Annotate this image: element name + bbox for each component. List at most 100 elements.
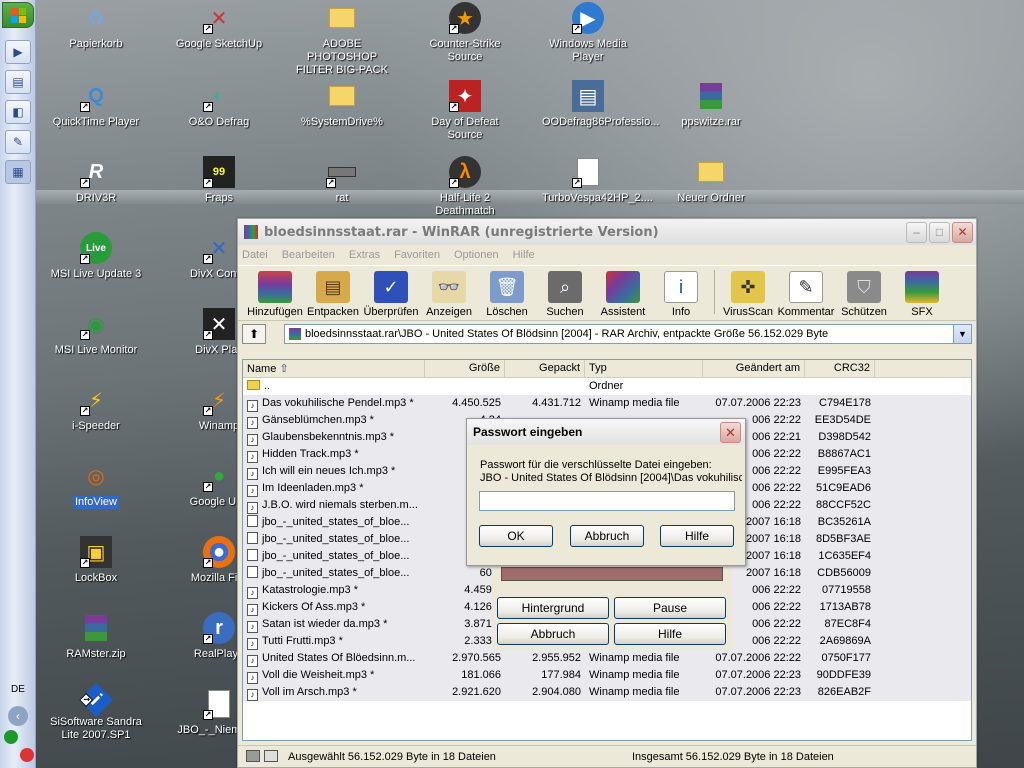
toolbar-label: VirusScan (723, 306, 773, 318)
column-size[interactable]: Größe (425, 360, 505, 377)
tray-expand-icon[interactable]: ‹ (8, 706, 28, 726)
menu-optionen[interactable]: Optionen (454, 249, 499, 261)
desktop-icon-infoview[interactable]: ◎ InfoView (48, 460, 144, 509)
desktop-icon-msi-live-monitor[interactable]: ◉ ↗ MSI Live Monitor (48, 308, 144, 357)
password-file-line: JBO - United States Of Blödsinn [2004]\D… (480, 472, 742, 484)
tray-green-icon[interactable] (4, 730, 18, 744)
media-player-quicklaunch-icon[interactable]: ▶ (5, 40, 31, 64)
menu-hilfe[interactable]: Hilfe (513, 249, 535, 261)
pause-button[interactable]: Pause (614, 597, 726, 619)
desktop-icon-msi-live-update[interactable]: Live ↗ MSI Live Update 3 (48, 232, 144, 281)
file-row[interactable]: ♪ Voll im Arsch.mp3 * 2.921.620 2.904.080 Wi… (243, 684, 971, 701)
password-ok-button[interactable]: OK (479, 525, 553, 547)
desktop-icon-label: Windows Media Player (549, 38, 627, 63)
desktop-icon-photoshop-filter[interactable]: ADOBE PHOTOSHOP FILTER BIG-PACK (294, 2, 390, 77)
toolbar-sfx-button[interactable]: SFX (893, 271, 951, 318)
password-cancel-button[interactable]: Abbruch (570, 525, 644, 547)
toolbar-wizard-button[interactable]: Assistent (594, 271, 652, 318)
desktop-icon-lockbox[interactable]: ▣ ↗ LockBox (48, 536, 144, 585)
column-type[interactable]: Typ (585, 360, 703, 377)
menu-extras[interactable]: Extras (349, 249, 380, 261)
sort-up-icon: ⇧ (279, 363, 289, 375)
desktop-icon-recycle-bin[interactable]: ♻ Papierkorb (48, 2, 144, 51)
desktop-icon-sketchup[interactable]: ✕ ↗ Google SketchUp (171, 2, 267, 51)
start-button[interactable] (2, 2, 34, 28)
desktop-icon-driv3r[interactable]: R ↗ DRIV3R (48, 156, 144, 205)
clipboard-quicklaunch-icon[interactable]: ▤ (5, 70, 31, 94)
cell-size (425, 378, 505, 395)
desktop-icon-oodefrag-setup[interactable]: ▤ OODefrag86Professio... (540, 80, 659, 129)
file-list-header: Name ⇧ Größe Gepackt Typ Geändert am CRC… (243, 360, 971, 378)
desktop-icon-oo-defrag[interactable]: ◐ ↗ O&O Defrag (171, 80, 267, 129)
minimize-button[interactable]: – (906, 222, 927, 243)
path-dropdown[interactable]: bloedsinnsstaat.rar\JBO - United States … (284, 324, 972, 344)
password-input[interactable] (479, 491, 735, 511)
column-crc[interactable]: CRC32 (805, 360, 875, 377)
desktop-icon-ramster[interactable]: RAMster.zip (48, 612, 144, 661)
rar-archive-icon (695, 80, 727, 112)
password-dialog-title[interactable]: Passwort eingeben (467, 419, 745, 445)
desktop-icon-turbovespa[interactable]: ↗ TurboVespa42HP_2.... (540, 156, 653, 205)
menu-favoriten[interactable]: Favoriten (394, 249, 440, 261)
desktop-icon-label: Google SketchUp (175, 38, 263, 50)
desktop-icon-label: Winamp (198, 420, 240, 432)
toolbar-virusscan-button[interactable]: ✜ VirusScan (719, 271, 777, 318)
column-modified[interactable]: Geändert am (703, 360, 805, 377)
extract-progress-bar (501, 567, 723, 581)
pen-quicklaunch-icon[interactable]: ✎ (5, 130, 31, 154)
desktop-icon-fraps[interactable]: 99 ↗ Fraps (171, 156, 267, 205)
toolbar-info-button[interactable]: i Info (652, 271, 710, 318)
parent-folder-row[interactable]: .. Ordner (243, 378, 971, 395)
background-button[interactable]: Hintergrund (497, 597, 609, 619)
column-packed[interactable]: Gepackt (505, 360, 585, 377)
password-prompt: Passwort für die verschlüsselte Datei ei… (480, 459, 742, 485)
toolbar-delete-button[interactable]: 🗑 Löschen (478, 271, 536, 318)
maximize-button[interactable]: □ (929, 222, 950, 243)
toolbar-find-button[interactable]: ⌕ Suchen (536, 271, 594, 318)
column-name[interactable]: Name ⇧ (243, 360, 425, 377)
desktop-icon-quicktime[interactable]: Q ↗ QuickTime Player (48, 80, 144, 129)
toolbar-add-button[interactable]: Hinzufügen (246, 271, 304, 318)
desktop-icon-neuer-ordner[interactable]: Neuer Ordner (663, 156, 759, 205)
desktop-icon-systemdrive[interactable]: %SystemDrive% (294, 80, 390, 129)
image-file-icon (247, 566, 258, 578)
file-row[interactable]: ♪ Das vokuhilische Pendel.mp3 * 4.450.525 4… (243, 395, 971, 412)
desktop-icon-day-of-defeat[interactable]: ✦ ↗ Day of Defeat Source (417, 80, 513, 142)
extract-cancel-button[interactable]: Abbruch (497, 623, 609, 645)
desktop-icon-rat[interactable]: ↗ rat (294, 156, 390, 205)
toolbar-extract-button[interactable]: ▤ Entpacken (304, 271, 362, 318)
desktop-icon-sisoftware-sandra[interactable]: i ↗ SiSoftware Sandra Lite 2007.SP1 (48, 683, 144, 742)
file-name: Tutti Frutti.mp3 * (262, 635, 343, 647)
cell-packed (505, 378, 585, 395)
desktop-icon-ppswitze[interactable]: ppswitze.rar (663, 80, 759, 129)
file-row[interactable]: ♪ Voll die Weisheit.mp3 * 181.066 177.984 Wi… (243, 667, 971, 684)
menu-datei[interactable]: Datei (242, 249, 268, 261)
folder-icon (326, 80, 358, 112)
close-button[interactable]: ✕ (952, 222, 973, 243)
chevron-down-icon[interactable]: ▼ (953, 325, 971, 343)
desktop-icon-hl2-deathmatch[interactable]: λ ↗ Half-Life 2 Deathmatch (417, 156, 513, 218)
tray-c4q-icon[interactable] (20, 748, 34, 762)
toolbar-protect-button[interactable]: ⛉ Schützen (835, 271, 893, 318)
audio-file-icon: ♪ (247, 502, 258, 514)
extract-help-button[interactable]: Hilfe (614, 623, 726, 645)
toolbar-comment-button[interactable]: ✎ Kommentar (777, 271, 835, 318)
winrar-taskbar-icon[interactable]: ▦ (5, 160, 31, 184)
desktop-icon-counter-strike[interactable]: ★ ↗ Counter-Strike Source (417, 2, 513, 64)
desktop-icon-i-speeder[interactable]: ⚡ ↗ i-Speeder (48, 384, 144, 433)
file-name: United States Of Blöedsinn.m... (262, 652, 416, 664)
desktop-icon-label: ADOBE PHOTOSHOP FILTER BIG-PACK (296, 38, 388, 76)
language-indicator[interactable]: DE (6, 684, 30, 698)
toolbar-view-button[interactable]: 👓 Anzeigen (420, 271, 478, 318)
menu-bearbeiten[interactable]: Bearbeiten (282, 249, 335, 261)
password-close-button[interactable]: ✕ (720, 422, 741, 443)
desktop-icon-media-player[interactable]: ▶ ↗ Windows Media Player (540, 2, 636, 64)
toolbar-test-button[interactable]: ✓ Überprüfen (362, 271, 420, 318)
file-row[interactable]: ♪ United States Of Blöedsinn.m... 2.970.56… (243, 650, 971, 667)
cell-packed: 177.984 (541, 669, 581, 681)
up-folder-button[interactable]: ⬆ (242, 324, 266, 344)
file-name: Gänseblümchen.mp3 * (262, 414, 374, 426)
password-help-button[interactable]: Hilfe (660, 525, 734, 547)
winrar-titlebar[interactable]: bloedsinnsstaat.rar - WinRAR (unregistri… (238, 219, 976, 245)
explorer-quicklaunch-icon[interactable]: ◧ (5, 100, 31, 124)
